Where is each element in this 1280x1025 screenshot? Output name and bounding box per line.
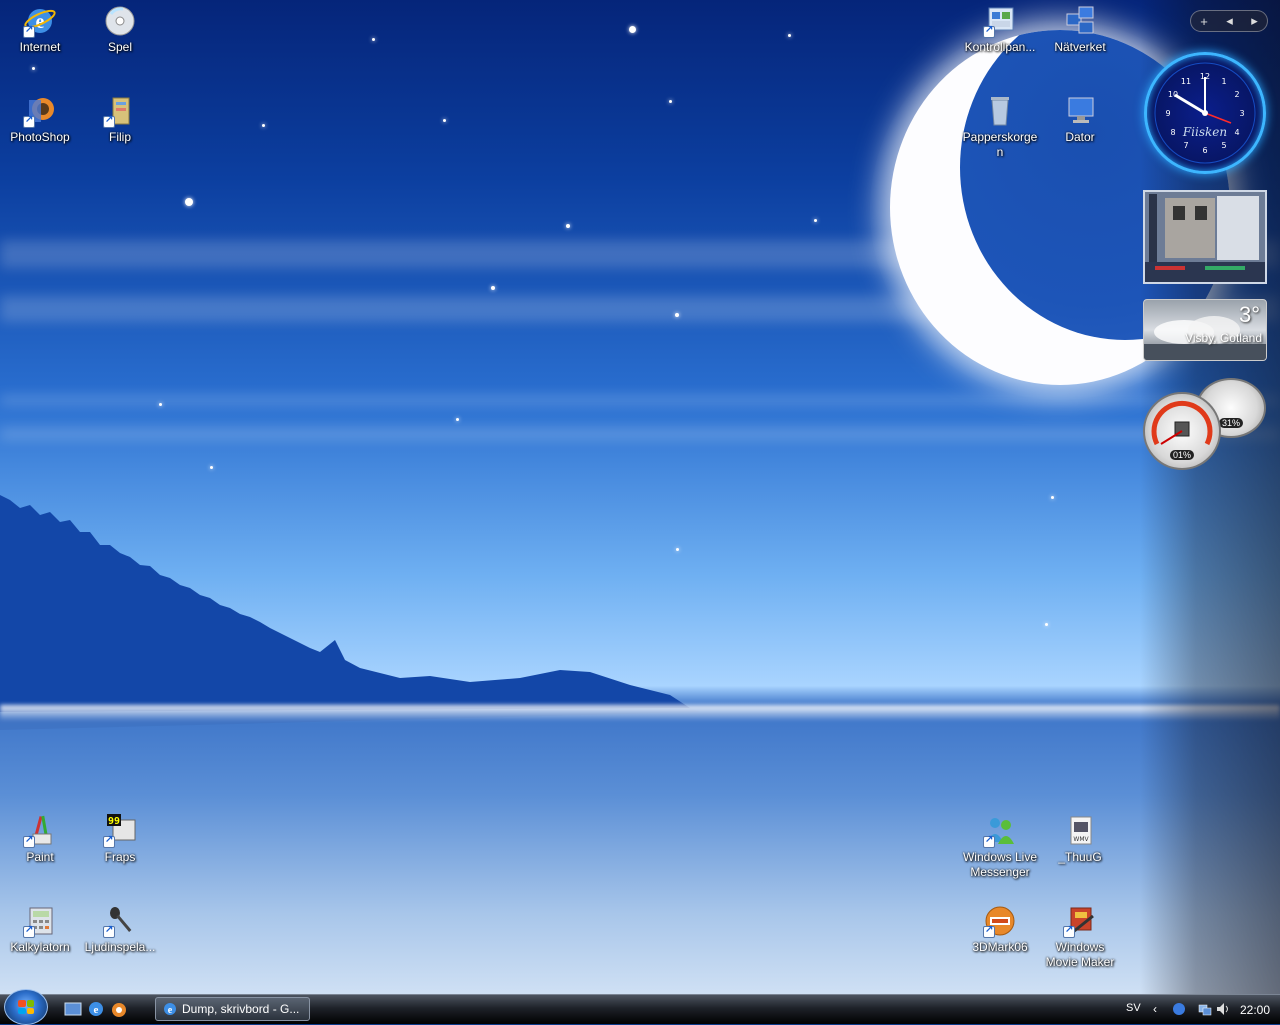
windows-logo-icon xyxy=(18,1000,34,1014)
weather-location: Visby, Gotland xyxy=(1185,331,1262,345)
wmv-file-icon: WMV xyxy=(1063,814,1097,848)
svg-text:e: e xyxy=(168,1005,173,1016)
svg-text:7: 7 xyxy=(1183,141,1188,150)
volume-tray-icon[interactable] xyxy=(1216,1002,1230,1016)
icon-label: _ThuuG xyxy=(1058,850,1102,864)
icon-label: Kontrollpan... xyxy=(964,40,1036,54)
desktop-icon-dator[interactable]: Dator xyxy=(1040,94,1120,145)
taskbar-clock[interactable]: 22:00 xyxy=(1240,1003,1270,1017)
clock-gadget[interactable]: 12 1 2 3 4567 8 9 10 11 Fiisken xyxy=(1144,52,1266,174)
slideshow-gadget[interactable] xyxy=(1143,190,1267,284)
desktop-icon-kalkylatorn[interactable]: Kalkylatorn xyxy=(0,904,80,955)
icon-label: Papperskorge n xyxy=(962,130,1038,159)
taskbar-window-button[interactable]: e Dump, skrivbord - G... xyxy=(155,997,310,1021)
cd-icon xyxy=(103,4,137,38)
cpu-meter-gadget[interactable]: 01% xyxy=(1143,392,1221,470)
icon-label: Internet xyxy=(19,40,61,54)
svg-text:5: 5 xyxy=(1221,141,1226,150)
svg-text:99: 99 xyxy=(108,816,120,827)
messenger-icon xyxy=(983,814,1017,848)
desktop-icon-fraps[interactable]: 99 Fraps xyxy=(80,814,160,865)
cpu-percent: 01% xyxy=(1169,450,1195,460)
sidebar-controls: + ◂ ▸ xyxy=(1190,10,1268,32)
next-page-button[interactable]: ▸ xyxy=(1251,13,1258,29)
recycle-bin-icon xyxy=(983,94,1017,128)
ie-quicklaunch-icon[interactable]: e xyxy=(87,1000,105,1018)
svg-text:9: 9 xyxy=(1165,109,1170,118)
weather-gadget[interactable]: 3° Visby, Gotland xyxy=(1143,299,1267,361)
desktop-icon-kontrollpanelen[interactable]: Kontrollpan... xyxy=(960,4,1040,55)
network-icon xyxy=(1063,4,1097,38)
svg-text:1: 1 xyxy=(1221,77,1226,86)
icon-label: Ljudinspela... xyxy=(84,940,156,954)
previous-page-button[interactable]: ◂ xyxy=(1226,13,1233,29)
slideshow-image xyxy=(1145,192,1265,282)
calculator-icon xyxy=(23,904,57,938)
taskbar-window-label: Dump, skrivbord - G... xyxy=(182,1002,300,1016)
show-hidden-icons-button[interactable]: ‹ xyxy=(1153,1002,1167,1016)
desktop-icon-ljudinspelaren[interactable]: Ljudinspela... xyxy=(80,904,160,955)
icon-label: Kalkylatorn xyxy=(10,940,70,954)
messenger-tray-icon[interactable] xyxy=(1172,1002,1186,1016)
desktop-icon-windows-live-messenger[interactable]: Windows Live Messenger xyxy=(960,814,1040,880)
svg-text:6: 6 xyxy=(1202,146,1207,155)
folder-icon xyxy=(103,94,137,128)
desktop-icon-3dmark06[interactable]: 3DMark06 xyxy=(960,904,1040,955)
desktop-icon-thuug[interactable]: WMV _ThuuG xyxy=(1040,814,1120,865)
computer-icon xyxy=(1063,94,1097,128)
microphone-icon xyxy=(103,904,137,938)
control-panel-icon xyxy=(983,4,1017,38)
desktop-icon-internet[interactable]: e Internet xyxy=(0,4,80,55)
svg-text:e: e xyxy=(94,1004,99,1016)
svg-text:4: 4 xyxy=(1234,128,1239,137)
horizon-glow xyxy=(0,705,1280,721)
icon-label: Nätverket xyxy=(1054,40,1106,54)
paint-icon xyxy=(23,814,57,848)
icon-label: Spel xyxy=(107,40,133,54)
icon-label: Windows Live Messenger xyxy=(962,850,1038,879)
desktop-icon-natverket[interactable]: Nätverket xyxy=(1040,4,1120,55)
svg-text:11: 11 xyxy=(1181,77,1191,86)
svg-text:8: 8 xyxy=(1170,128,1175,137)
icon-label: Windows Movie Maker xyxy=(1045,940,1115,969)
movie-maker-icon xyxy=(1063,904,1097,938)
media-quicklaunch-icon[interactable] xyxy=(110,1000,128,1018)
icon-label: PhotoShop xyxy=(10,130,70,144)
3dmark-icon xyxy=(983,904,1017,938)
icon-label: 3DMark06 xyxy=(972,940,1028,954)
clock-brand: Fiisken xyxy=(1182,125,1227,139)
icon-label: Paint xyxy=(26,850,54,864)
desktop-icon-windows-movie-maker[interactable]: Windows Movie Maker xyxy=(1040,904,1120,970)
network-tray-icon[interactable] xyxy=(1198,1002,1212,1016)
add-gadget-button[interactable]: + xyxy=(1200,14,1208,29)
photoshop-icon xyxy=(23,94,57,128)
clock-face: 12123 4567 891011 Fiisken xyxy=(1154,62,1256,164)
ie-icon: e xyxy=(23,4,57,38)
fraps-icon: 99 xyxy=(103,814,137,848)
desktop-icon-papperskorgen[interactable]: Papperskorge n xyxy=(960,94,1040,160)
start-button[interactable] xyxy=(4,989,48,1025)
language-indicator[interactable]: SV xyxy=(1126,1002,1141,1014)
desktop-icon-filip[interactable]: Filip xyxy=(80,94,160,145)
desktop-icon-spel[interactable]: Spel xyxy=(80,4,160,55)
svg-text:WMV: WMV xyxy=(1073,836,1089,843)
desktop-icon-paint[interactable]: Paint xyxy=(0,814,80,865)
svg-text:2: 2 xyxy=(1234,90,1239,99)
memory-percent: 31% xyxy=(1218,418,1244,428)
ie-icon: e xyxy=(164,1003,176,1016)
weather-temperature: 3° xyxy=(1238,302,1260,327)
icon-label: Dator xyxy=(1065,130,1095,144)
desktop-icon-photoshop[interactable]: PhotoShop xyxy=(0,94,80,145)
taskbar: e e Dump, skrivbord - G... SV ‹ 22:00 xyxy=(0,989,1280,1025)
show-desktop-icon[interactable] xyxy=(64,1000,82,1018)
icon-label: Filip xyxy=(108,130,131,144)
svg-text:3: 3 xyxy=(1239,109,1244,118)
icon-label: Fraps xyxy=(104,850,136,864)
